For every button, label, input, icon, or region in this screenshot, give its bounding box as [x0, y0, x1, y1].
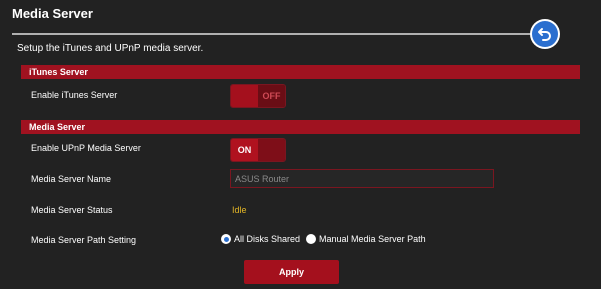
server-name-input[interactable]: [230, 169, 494, 188]
itunes-section-header: iTunes Server: [21, 65, 580, 79]
itunes-toggle-text: OFF: [258, 85, 285, 107]
all-disks-label[interactable]: All Disks Shared: [234, 234, 300, 244]
manual-path-radio[interactable]: [306, 234, 317, 244]
page-subtitle: Setup the iTunes and UPnP media server.: [17, 43, 204, 54]
enable-upnp-label: Enable UPnP Media Server: [31, 143, 141, 153]
path-radio-group: All Disks Shared Manual Media Server Pat…: [221, 234, 432, 244]
toggle-knob: [258, 139, 285, 161]
server-status-label: Media Server Status: [31, 205, 113, 215]
title-divider: [12, 33, 557, 35]
media-section-header: Media Server: [21, 120, 580, 134]
toggle-knob: [231, 85, 258, 107]
itunes-toggle[interactable]: OFF: [230, 84, 286, 108]
enable-itunes-label: Enable iTunes Server: [31, 90, 118, 100]
all-disks-radio[interactable]: [221, 234, 231, 244]
upnp-toggle-text: ON: [231, 139, 258, 161]
back-button[interactable]: [530, 19, 560, 49]
server-name-label: Media Server Name: [31, 174, 112, 184]
manual-path-label[interactable]: Manual Media Server Path: [319, 234, 426, 244]
media-server-page: Media Server Setup the iTunes and UPnP m…: [0, 0, 601, 289]
apply-button[interactable]: Apply: [244, 260, 339, 284]
page-title: Media Server: [12, 6, 93, 21]
path-setting-label: Media Server Path Setting: [31, 235, 137, 245]
upnp-toggle[interactable]: ON: [230, 138, 286, 162]
server-status-value: Idle: [232, 205, 247, 215]
back-arrow-icon: [532, 21, 558, 47]
